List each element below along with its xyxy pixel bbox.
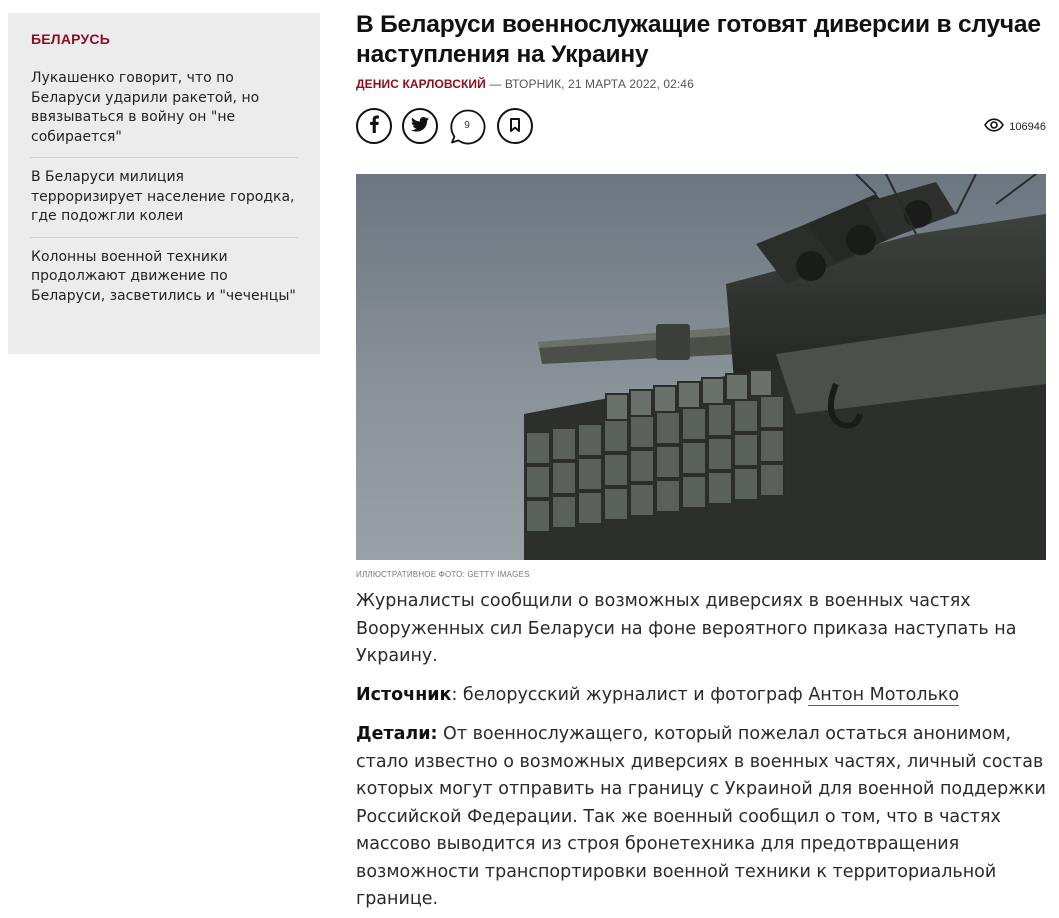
sidebar-news-item[interactable]: Колонны военной техники продолжают движе… (30, 238, 298, 317)
view-count: 106946 (1009, 120, 1046, 133)
share-toolbar: 9 106946 (356, 108, 1050, 148)
twitter-share-button[interactable] (402, 108, 438, 144)
details-text: От военнослужащего, который пожелал оста… (356, 724, 1046, 909)
comments-button[interactable]: 9 (449, 108, 486, 145)
publish-date: — ВТОРНИК, 21 МАРТА 2022, 02:46 (489, 77, 694, 91)
bookmark-button[interactable] (497, 108, 533, 144)
article-lead: Журналисты сообщили о возможных диверсия… (356, 591, 1017, 666)
photo-caption: ИЛЛЮСТРАТИВНОЕ ФОТО: GETTY IMAGES (356, 570, 530, 579)
facebook-share-button[interactable] (356, 108, 392, 144)
eye-icon (984, 118, 1009, 135)
details-label: Детали: (356, 724, 438, 744)
source-text: : белорусский журналист и фотограф (451, 684, 809, 705)
article-details: Детали: От военнослужащего, который поже… (356, 721, 1050, 914)
article-byline: ДЕНИС КАРЛОВСКИЙ — ВТОРНИК, 21 МАРТА 202… (356, 77, 1050, 91)
author-link[interactable]: ДЕНИС КАРЛОВСКИЙ (356, 77, 486, 91)
sidebar: БЕЛАРУСЬ Лукашенко говорит, что по Белар… (8, 13, 320, 354)
article: В Беларуси военнослужащие готовят диверс… (356, 10, 1050, 914)
twitter-icon (411, 116, 429, 136)
view-counter: 106946 (984, 118, 1046, 135)
article-title: В Беларуси военнослужащие готовят диверс… (356, 11, 1041, 68)
sidebar-heading-belarus[interactable]: БЕЛАРУСЬ (31, 31, 298, 47)
article-source: Источник: белорусский журналист и фотогр… (356, 682, 1050, 710)
source-label: Источник (356, 684, 452, 705)
bookmark-icon (510, 117, 520, 136)
sidebar-news-item[interactable]: Лукашенко говорит, что по Беларуси удари… (30, 59, 298, 158)
source-link[interactable]: Антон Мотолько (808, 684, 960, 706)
sidebar-news-item[interactable]: В Беларуси милиция терроризирует населен… (30, 158, 298, 238)
comment-count: 9 (464, 119, 470, 131)
article-photo (356, 174, 1046, 560)
facebook-icon (368, 115, 380, 137)
